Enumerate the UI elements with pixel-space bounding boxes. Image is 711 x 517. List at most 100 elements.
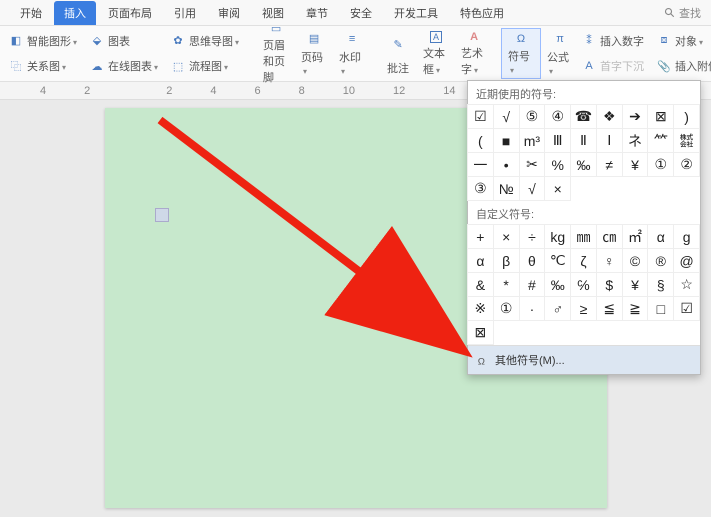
symbol-cell[interactable]: ¥ [622,272,649,297]
attach-icon: 📎 [656,58,672,74]
symbol-cell[interactable]: g [673,224,700,249]
online-chart-button[interactable]: ☁在线图表 [87,56,160,76]
symbol-cell[interactable]: ① [647,152,674,177]
symbol-cell[interactable]: α [647,224,674,249]
comment-button[interactable]: ✎批注 [379,28,417,79]
symbol-cell[interactable]: × [493,224,520,249]
tab-dev[interactable]: 开发工具 [384,1,448,25]
symbol-cell[interactable]: ❖ [596,104,623,129]
tab-chapter[interactable]: 章节 [296,1,338,25]
chart-button[interactable]: ⬙图表 [87,31,160,51]
page-number-button[interactable]: ▤页码 [295,28,333,79]
tab-start[interactable]: 开始 [10,1,52,25]
symbol-cell[interactable]: ☎ [570,104,597,129]
symbol-cell[interactable]: @ [673,248,700,273]
symbol-cell[interactable]: β [493,248,520,273]
tab-review[interactable]: 审阅 [208,1,250,25]
symbol-cell[interactable]: ≠ [596,152,623,177]
symbol-cell[interactable]: ¥ [622,152,649,177]
symbol-cell[interactable]: ㎝ [596,224,623,249]
symbol-cell[interactable]: ( [467,128,494,153]
symbol-cell[interactable]: × [544,176,571,201]
symbol-cell[interactable]: ® [647,248,674,273]
relation-button[interactable]: ⿻关系图 [6,56,79,76]
mindmap-button[interactable]: ✿思维导图 [168,31,241,51]
symbol-cell[interactable]: # [519,272,546,297]
symbol-cell[interactable]: $ [596,272,623,297]
attach-button[interactable]: 📎插入附件 [654,56,711,76]
symbol-cell[interactable]: ☆ [673,272,700,297]
symbol-cell[interactable]: ⺮ [647,128,674,153]
symbol-cell[interactable]: ≥ [570,296,597,321]
symbol-cell[interactable]: ⊠ [647,104,674,129]
symbol-cell[interactable]: α [467,248,494,273]
symbol-cell[interactable]: ♂ [544,296,571,321]
symbol-cell[interactable]: ζ [570,248,597,273]
symbol-cell[interactable]: □ [647,296,674,321]
tab-view[interactable]: 视图 [252,1,294,25]
symbol-cell[interactable]: ‰ [544,272,571,297]
insert-number-button[interactable]: ⁑插入数字 [579,31,646,51]
symbol-button[interactable]: Ω符号 [501,28,541,79]
symbol-cell[interactable]: • [493,152,520,177]
symbol-cell[interactable]: ※ [467,296,494,321]
symbol-cell[interactable]: √ [493,104,520,129]
watermark-button[interactable]: ≡水印 [333,28,371,79]
symbol-cell[interactable]: ■ [493,128,520,153]
symbol-cell[interactable]: § [647,272,674,297]
tab-ref[interactable]: 引用 [164,1,206,25]
header-footer-button[interactable]: ▭页眉和页脚 [257,28,295,79]
flowchart-button[interactable]: ⬚流程图 [168,56,241,76]
symbol-cell[interactable]: Ⅱ [570,128,597,153]
textbox-button[interactable]: A文本框 [417,28,455,79]
symbol-cell[interactable]: ☑ [673,296,700,321]
symbol-cell[interactable]: % [544,152,571,177]
symbol-cell[interactable]: ④ [544,104,571,129]
symbol-cell[interactable]: Ⅲ [544,128,571,153]
symbol-cell[interactable]: ♀ [596,248,623,273]
symbol-cell[interactable]: ℃ [544,248,571,273]
object-button[interactable]: ⧈对象 [654,31,711,51]
tab-safe[interactable]: 安全 [340,1,382,25]
symbol-cell[interactable]: ➔ [622,104,649,129]
tab-layout[interactable]: 页面布局 [98,1,162,25]
symbol-cell[interactable]: + [467,224,494,249]
symbol-cell[interactable]: ② [673,152,700,177]
symbol-cell[interactable]: ① [493,296,520,321]
symbol-cell[interactable]: ネ [622,128,649,153]
symbol-cell[interactable]: № [493,176,520,201]
symbol-cell[interactable]: * [493,272,520,297]
symbol-cell[interactable]: ☑ [467,104,494,129]
other-symbols-button[interactable]: Ω 其他符号(M)... [468,345,700,374]
symbol-cell[interactable]: ⊠ [467,320,494,345]
symbol-cell[interactable]: θ [519,248,546,273]
tab-insert[interactable]: 插入 [54,1,96,25]
dropcap-button: A首字下沉 [579,56,646,76]
smart-shape-button[interactable]: ◧智能图形 [6,31,79,51]
symbol-cell[interactable]: ㎜ [570,224,597,249]
symbol-cell[interactable]: Ⅰ [596,128,623,153]
symbol-cell[interactable]: ✂ [519,152,546,177]
symbol-cell[interactable]: ㎡ [622,224,649,249]
wordart-button[interactable]: A艺术字 [455,28,493,79]
symbol-cell[interactable]: ㍿ [673,128,700,153]
tab-special[interactable]: 特色应用 [450,1,514,25]
symbol-cell[interactable]: ≦ [596,296,623,321]
symbol-cell[interactable]: ⑤ [519,104,546,129]
symbol-cell[interactable]: ℅ [570,272,597,297]
symbol-cell[interactable]: · [519,296,546,321]
search-box[interactable]: 查找 [664,5,701,21]
symbol-cell[interactable]: ③ [467,176,494,201]
symbol-cell[interactable]: m³ [519,128,546,153]
symbol-cell[interactable]: √ [519,176,546,201]
symbol-cell[interactable]: ‰ [570,152,597,177]
symbol-cell[interactable]: & [467,272,494,297]
formula-button[interactable]: π公式 [541,28,579,79]
omega-icon: Ω [476,353,490,367]
symbol-cell[interactable]: kg [544,224,571,249]
symbol-cell[interactable]: ≧ [622,296,649,321]
symbol-cell[interactable]: 一 [467,152,494,177]
symbol-cell[interactable]: © [622,248,649,273]
symbol-cell[interactable]: ÷ [519,224,546,249]
symbol-cell[interactable]: ) [673,104,700,129]
